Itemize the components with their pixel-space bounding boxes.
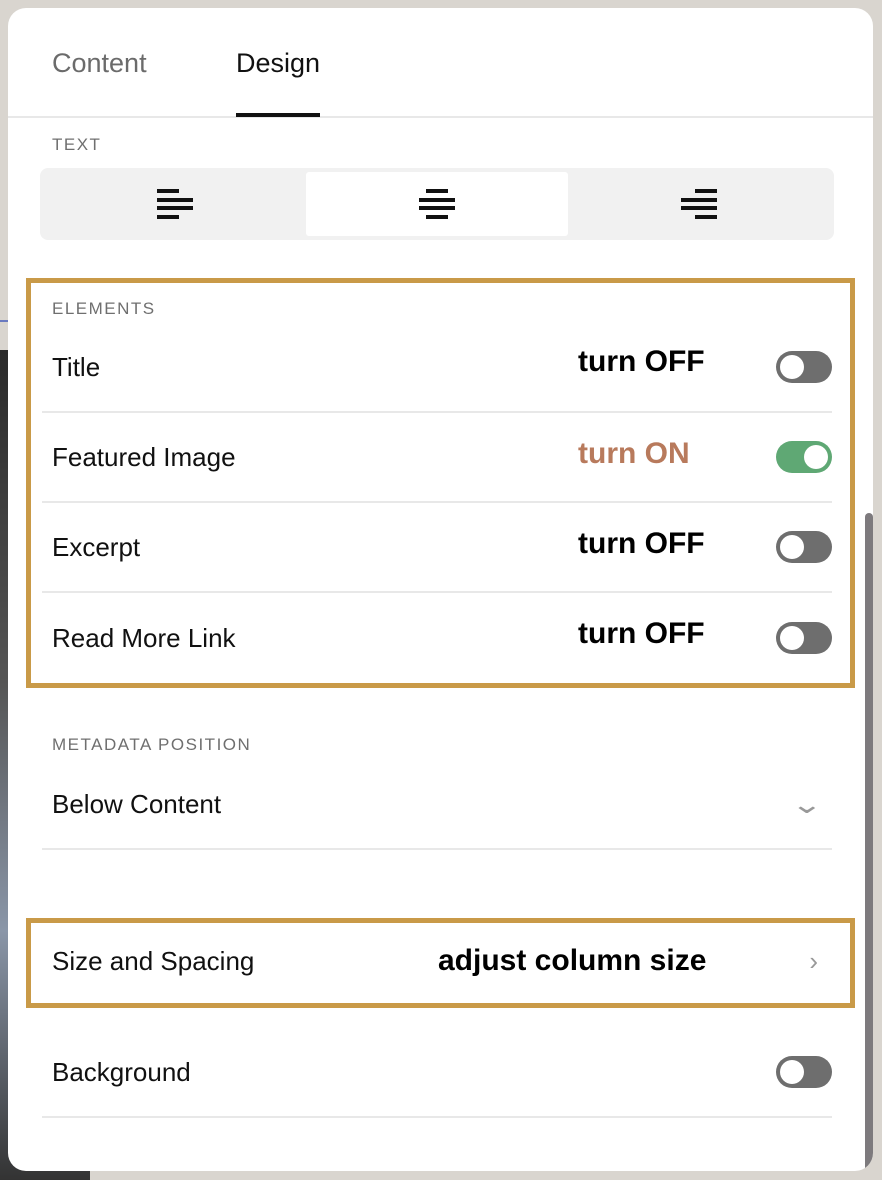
elements-section-label: ELEMENTS xyxy=(52,299,156,318)
tab-bar: Content Design xyxy=(8,8,873,118)
align-right-button[interactable] xyxy=(568,172,830,236)
annotation: adjust column size xyxy=(438,944,707,977)
chevron-down-icon: ⌄ xyxy=(790,788,824,819)
read-more-link-toggle[interactable] xyxy=(776,622,832,654)
background-label: Background xyxy=(52,1056,191,1087)
title-toggle[interactable] xyxy=(776,351,832,383)
chevron-right-icon: › xyxy=(809,945,818,976)
element-label: Excerpt xyxy=(52,531,141,562)
text-alignment-control xyxy=(40,168,834,240)
align-center-button[interactable] xyxy=(306,172,568,236)
metadata-value: Below Content xyxy=(52,788,222,819)
element-label: Featured Image xyxy=(52,441,236,472)
tab-content[interactable]: Content xyxy=(52,48,147,79)
size-and-spacing-row[interactable]: Size and Spacing adjust column size › xyxy=(42,916,832,1006)
align-left-button[interactable] xyxy=(44,172,306,236)
element-row-featured-image: Featured Image turn ON xyxy=(42,413,832,503)
design-panel: Content Design TEXT ELEMENTS Title turn … xyxy=(8,8,873,1171)
tab-design[interactable]: Design xyxy=(236,48,321,117)
align-left-icon xyxy=(157,189,193,219)
element-row-excerpt: Excerpt turn OFF xyxy=(42,503,832,593)
metadata-position-select[interactable]: Below Content ⌄ xyxy=(42,760,832,850)
element-row-title: Title turn OFF xyxy=(42,323,832,413)
background-row: Background xyxy=(42,1028,832,1118)
size-spacing-label: Size and Spacing xyxy=(52,945,255,976)
annotation: turn OFF xyxy=(578,527,705,560)
align-right-icon xyxy=(681,189,717,219)
scrollbar[interactable] xyxy=(865,513,873,1171)
element-row-read-more-link: Read More Link turn OFF xyxy=(42,593,832,683)
featured-image-toggle[interactable] xyxy=(776,441,832,473)
text-section-label: TEXT xyxy=(52,135,102,154)
metadata-section-label: METADATA POSITION xyxy=(52,735,252,754)
align-center-icon xyxy=(419,189,455,219)
annotation: turn OFF xyxy=(578,345,705,378)
annotation: turn OFF xyxy=(578,617,705,650)
element-label: Title xyxy=(52,351,101,382)
element-label: Read More Link xyxy=(52,622,236,653)
annotation: turn ON xyxy=(578,437,690,470)
excerpt-toggle[interactable] xyxy=(776,531,832,563)
background-toggle[interactable] xyxy=(776,1056,832,1088)
